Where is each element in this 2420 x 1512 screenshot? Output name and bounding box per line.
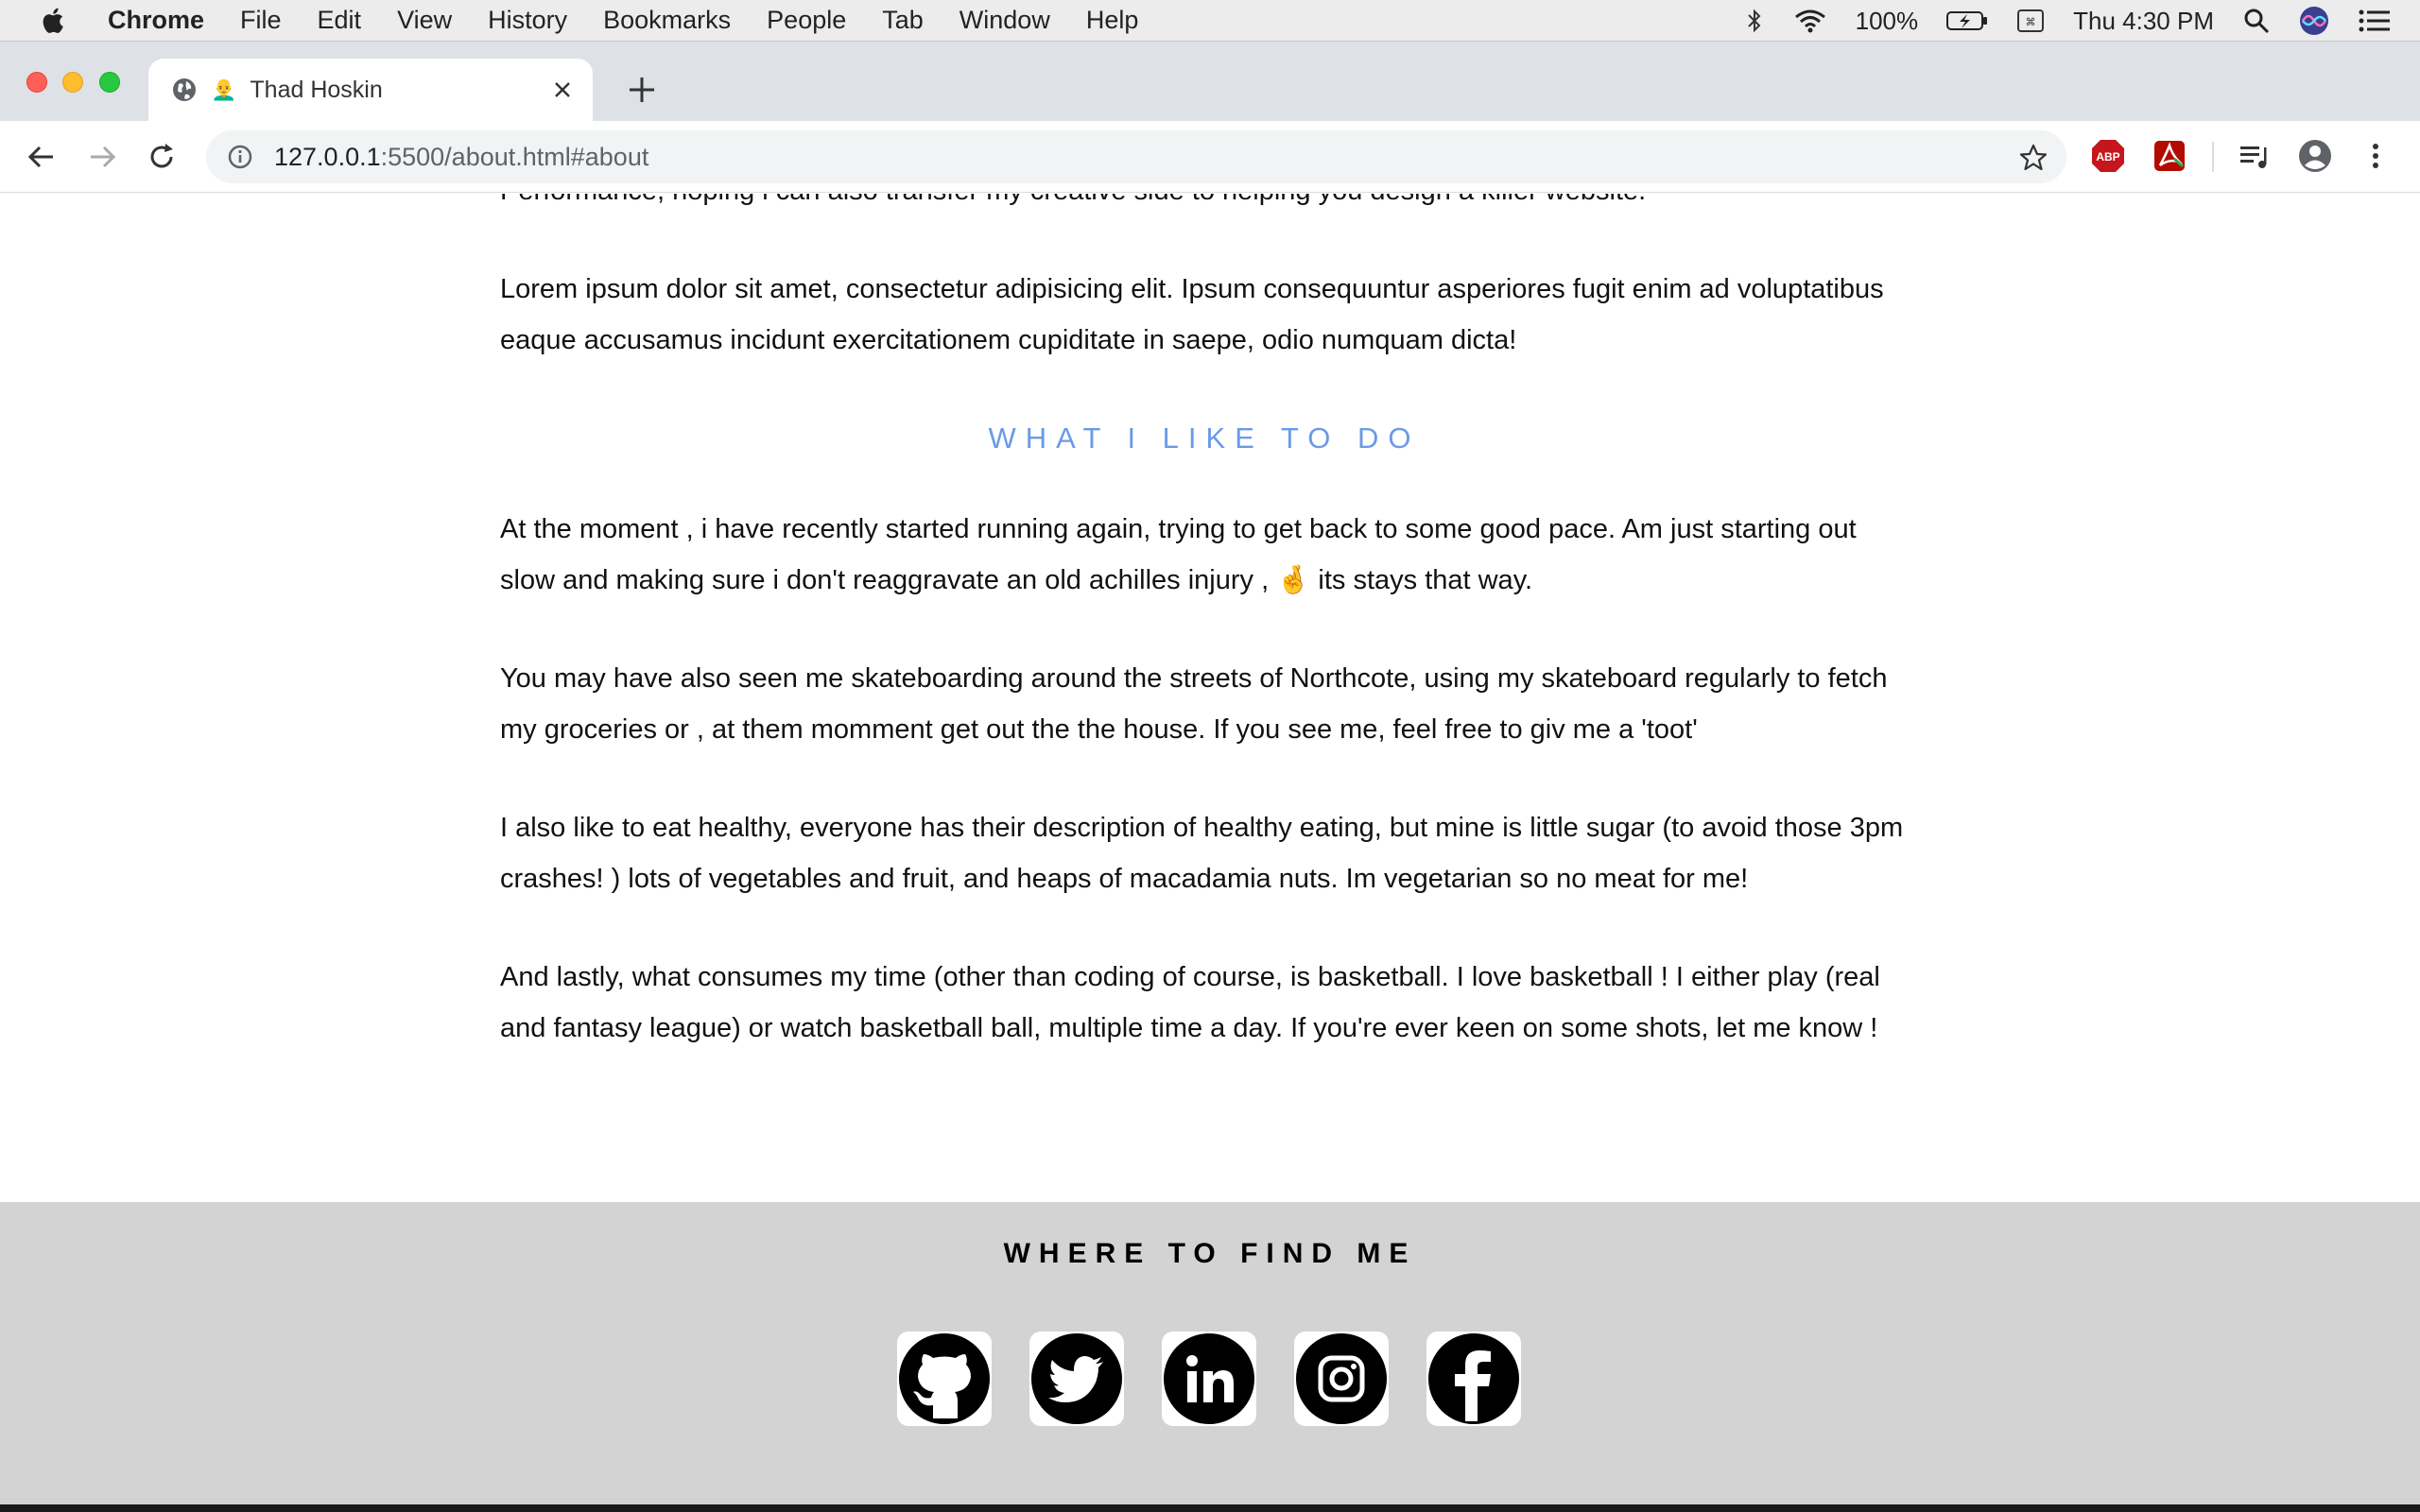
back-arrow-icon[interactable]: [25, 140, 59, 174]
window-bottom-edge: [0, 1504, 2420, 1512]
svg-text:⌘: ⌘: [2026, 16, 2036, 28]
where-to-find-me-heading: WHERE TO FIND ME: [1003, 1238, 1417, 1269]
address-bar[interactable]: 127.0.0.1:5500/about.html#about: [206, 130, 2066, 183]
wifi-icon[interactable]: [1793, 8, 1827, 34]
github-link[interactable]: [897, 1332, 992, 1426]
menu-window[interactable]: Window: [959, 6, 1050, 35]
notification-center-icon[interactable]: [2358, 9, 2392, 33]
keyboard-input-icon[interactable]: ⌘: [2016, 9, 2045, 33]
instagram-icon: [1296, 1333, 1387, 1424]
linkedin-link[interactable]: [1162, 1332, 1256, 1426]
battery-percentage: 100%: [1855, 6, 1919, 35]
globe-icon: [173, 78, 196, 101]
running-text-end: its stays that way.: [1318, 565, 1533, 595]
profile-avatar-icon[interactable]: [2297, 138, 2333, 174]
github-icon: [899, 1333, 990, 1424]
menu-view[interactable]: View: [397, 6, 452, 35]
fingers-crossed-emoji: 🤞: [1276, 565, 1311, 595]
menu-tab[interactable]: Tab: [882, 6, 924, 35]
skateboarding-paragraph: You may have also seen me skateboarding …: [500, 663, 1888, 745]
page-viewport[interactable]: Performance, hoping i can also transfer …: [0, 194, 2420, 1202]
window-minimize-button[interactable]: [62, 72, 83, 93]
battery-charging-icon[interactable]: [1946, 9, 1988, 32]
window-close-button[interactable]: [26, 72, 47, 93]
spotlight-search-icon[interactable]: [2242, 7, 2271, 35]
running-text: At the moment , i have recently started …: [500, 514, 1857, 595]
partially-scrolled-paragraph: Performance, hoping i can also transfer …: [500, 194, 1909, 216]
bookmark-star-icon[interactable]: [2019, 144, 2048, 172]
menubar-status-area: 100% ⌘ Thu 4:30 PM: [1744, 0, 2420, 42]
what-i-like-heading: WHAT I LIKE TO DO: [988, 421, 1421, 455]
find-me-footer: WHERE TO FIND ME: [0, 1202, 2420, 1504]
toolbar-divider: [2212, 142, 2214, 172]
siri-icon[interactable]: [2299, 6, 2329, 36]
chrome-menu-kebab-icon[interactable]: [2358, 138, 2394, 174]
twitter-link[interactable]: [1029, 1332, 1124, 1426]
reload-icon[interactable]: [145, 140, 179, 174]
menu-history[interactable]: History: [488, 6, 567, 35]
browser-toolbar: 127.0.0.1:5500/about.html#about ABP: [0, 121, 2420, 193]
menu-edit[interactable]: Edit: [318, 6, 362, 35]
adblock-plus-icon[interactable]: ABP: [2090, 138, 2126, 174]
svg-text:ABP: ABP: [2096, 150, 2119, 163]
lorem-paragraph: Lorem ipsum dolor sit amet, consectetur …: [500, 274, 1884, 355]
menu-people[interactable]: People: [767, 6, 846, 35]
menu-help[interactable]: Help: [1086, 6, 1139, 35]
basketball-paragraph: And lastly, what consumes my time (other…: [500, 962, 1880, 1043]
address-url[interactable]: 127.0.0.1:5500/about.html#about: [274, 143, 648, 172]
twitter-icon: [1031, 1333, 1122, 1424]
facebook-link[interactable]: [1426, 1332, 1521, 1426]
menu-file[interactable]: File: [240, 6, 282, 35]
healthy-eating-paragraph: I also like to eat healthy, everyone has…: [500, 813, 1904, 894]
browser-tab-active[interactable]: 👨‍🦲 Thad Hoskin: [148, 59, 593, 121]
acrobat-extension-icon[interactable]: [2152, 138, 2187, 174]
linkedin-icon: [1164, 1333, 1254, 1424]
url-path: :5500/about.html#about: [380, 142, 649, 171]
site-favicon: 👨‍🦲: [211, 77, 237, 101]
menu-app-chrome[interactable]: Chrome: [108, 6, 204, 35]
window-fullscreen-button[interactable]: [99, 72, 120, 93]
running-paragraph: At the moment , i have recently started …: [500, 504, 1909, 606]
about-article: Performance, hoping i can also transfer …: [500, 194, 1909, 1101]
menu-bookmarks[interactable]: Bookmarks: [603, 6, 731, 35]
media-controls-icon[interactable]: [2237, 138, 2273, 174]
instagram-link[interactable]: [1294, 1332, 1389, 1426]
url-host: 127.0.0.1: [274, 142, 381, 171]
bluetooth-icon[interactable]: [1744, 8, 1765, 34]
forward-arrow-icon[interactable]: [85, 140, 119, 174]
social-links: [897, 1332, 1559, 1426]
tab-close-icon[interactable]: [549, 77, 576, 103]
site-info-icon[interactable]: [227, 144, 253, 170]
macos-menu-bar: Chrome File Edit View History Bookmarks …: [0, 0, 2420, 42]
facebook-icon: [1428, 1333, 1519, 1424]
browser-tab-strip: 👨‍🦲 Thad Hoskin: [0, 42, 2420, 121]
menubar-clock[interactable]: Thu 4:30 PM: [2073, 7, 2214, 36]
apple-icon[interactable]: [38, 5, 70, 37]
new-tab-plus-icon[interactable]: [626, 74, 658, 106]
tab-title: Thad Hoskin: [250, 76, 383, 103]
